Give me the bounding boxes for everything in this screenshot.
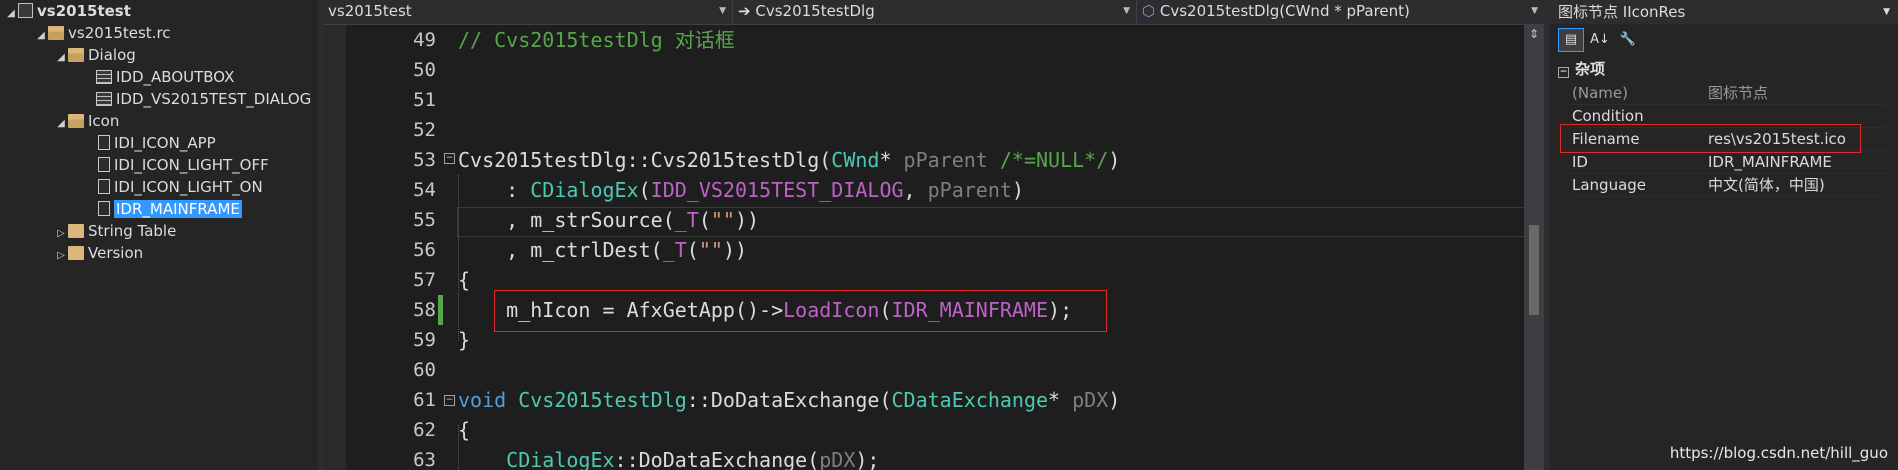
line-number: 60 bbox=[413, 359, 436, 381]
code-line-56: , m_ctrlDest(_T("")) bbox=[458, 238, 748, 262]
code-line-59: } bbox=[458, 328, 471, 352]
project-dropdown[interactable]: vs2015test ▼ bbox=[324, 0, 733, 23]
dialog-resource-icon bbox=[96, 70, 112, 84]
property-category[interactable]: − 杂项 bbox=[1558, 58, 1605, 79]
line-number: 61 bbox=[413, 389, 436, 411]
chevron-down-icon: ▼ bbox=[1883, 7, 1890, 17]
dialog-resource-icon bbox=[96, 92, 112, 106]
class-dropdown[interactable]: ➔ Cvs2015testDlg ▼ bbox=[734, 0, 1137, 23]
property-row-name[interactable]: (Name) 图标节点 bbox=[1570, 82, 1886, 105]
tree-node-idi-icon-light-on[interactable]: IDI_ICON_LIGHT_ON bbox=[96, 176, 263, 198]
line-number: 49 bbox=[413, 29, 436, 51]
chevron-down-icon: ▼ bbox=[719, 6, 726, 16]
code-line-53: Cvs2015testDlg::Cvs2015testDlg(CWnd* pPa… bbox=[458, 148, 1121, 172]
line-number: 59 bbox=[413, 329, 436, 351]
highlight-box-filename bbox=[1560, 124, 1861, 153]
properties-title-dropdown[interactable]: 图标节点 IIconRes ▼ bbox=[1550, 0, 1898, 24]
tree-node-idd-aboutbox[interactable]: IDD_ABOUTBOX bbox=[96, 66, 234, 88]
method-icon: ⬡ bbox=[1142, 2, 1156, 20]
chevron-down-icon: ▼ bbox=[1123, 6, 1130, 16]
scrollbar-thumb[interactable] bbox=[1529, 225, 1539, 315]
line-number: 52 bbox=[413, 119, 436, 141]
line-number: 50 bbox=[413, 59, 436, 81]
folder-icon bbox=[68, 48, 84, 62]
line-number: 56 bbox=[413, 239, 436, 261]
tree-node-version[interactable]: ▷ Version bbox=[54, 242, 143, 264]
properties-window: 图标节点 IIconRes ▼ ▤ A↓ 🔧 − 杂项 (Name) 图标节点 Condi… bbox=[1550, 0, 1898, 470]
categorized-icon[interactable]: ▤ bbox=[1558, 28, 1584, 52]
tree-node-project[interactable]: ◢ vs2015test bbox=[4, 0, 131, 22]
line-number: 63 bbox=[413, 449, 436, 470]
properties-toolbar: ▤ A↓ 🔧 bbox=[1558, 28, 1644, 54]
expand-arrow-icon[interactable]: ◢ bbox=[54, 47, 68, 69]
tree-node-idi-icon-app[interactable]: IDI_ICON_APP bbox=[96, 132, 216, 154]
collapse-minus-icon[interactable]: − bbox=[444, 395, 455, 406]
code-line-63: CDialogEx::DoDataExchange(pDX); bbox=[506, 448, 880, 470]
folder-icon bbox=[68, 114, 84, 128]
tree-node-dialog[interactable]: ◢ Dialog bbox=[54, 44, 136, 66]
wrench-icon[interactable]: 🔧 bbox=[1616, 29, 1640, 51]
code-editor[interactable]: vs2015test ▼ ➔ Cvs2015testDlg ▼ ⬡ Cvs2015t… bbox=[324, 0, 1544, 470]
folder-icon bbox=[48, 26, 64, 40]
code-line-62: { bbox=[458, 418, 471, 442]
vertical-scrollbar[interactable]: ⇕ bbox=[1524, 25, 1544, 470]
change-marker bbox=[438, 295, 443, 325]
expand-arrow-icon[interactable]: ◢ bbox=[54, 113, 68, 135]
alphabetical-sort-icon[interactable]: A↓ bbox=[1588, 29, 1612, 51]
icon-file-icon bbox=[98, 179, 110, 194]
line-number: 62 bbox=[413, 419, 436, 441]
icon-file-icon bbox=[98, 157, 110, 172]
expand-arrow-icon[interactable]: ◢ bbox=[34, 25, 48, 47]
tree-node-idd-vs2015test-dialog[interactable]: IDD_VS2015TEST_DIALOG bbox=[96, 88, 311, 110]
code-line-58: m_hIcon = AfxGetApp()->LoadIcon(IDR_MAIN… bbox=[458, 298, 1073, 322]
watermark: https://blog.csdn.net/hill_guo bbox=[1669, 444, 1888, 462]
chevron-down-icon: ▼ bbox=[1531, 6, 1538, 16]
line-number: 57 bbox=[413, 269, 436, 291]
line-number: 58 bbox=[413, 299, 436, 321]
icon-file-icon bbox=[98, 135, 110, 150]
member-dropdown[interactable]: ⬡ Cvs2015testDlg(CWnd * pParent) ▼ bbox=[1138, 0, 1544, 23]
navigation-bar: vs2015test ▼ ➔ Cvs2015testDlg ▼ ⬡ Cvs2015t… bbox=[324, 0, 1544, 25]
icon-file-icon bbox=[98, 201, 110, 216]
resource-view: ◢ vs2015test ◢ vs2015test.rc ◢ Dialog IDD_A… bbox=[0, 0, 318, 470]
tree-node-string-table[interactable]: ▷ String Table bbox=[54, 220, 176, 242]
folder-icon bbox=[68, 224, 84, 238]
property-row-id[interactable]: ID IDR_MAINFRAME bbox=[1570, 151, 1886, 174]
tree-node-rc-file[interactable]: ◢ vs2015test.rc bbox=[34, 22, 170, 47]
collapse-minus-icon[interactable]: − bbox=[444, 153, 455, 164]
property-row-language[interactable]: Language 中文(简体，中国) bbox=[1570, 174, 1886, 197]
line-number: 55 bbox=[413, 209, 436, 231]
code-line-54: : CDialogEx(IDD_VS2015TEST_DIALOG, pPare… bbox=[458, 178, 1024, 202]
expand-arrow-icon[interactable]: ◢ bbox=[4, 3, 18, 25]
code-line-49: // Cvs2015testDlg 对话框 bbox=[458, 28, 735, 52]
tree-node-icon[interactable]: ◢ Icon bbox=[54, 110, 119, 132]
arrow-right-icon: ➔ bbox=[738, 2, 751, 20]
line-number: 53 bbox=[413, 149, 436, 171]
line-number: 54 bbox=[413, 179, 436, 201]
tree-node-idi-icon-light-off[interactable]: IDI_ICON_LIGHT_OFF bbox=[96, 154, 269, 176]
split-handle-icon[interactable]: ⇕ bbox=[1527, 27, 1541, 45]
code-line-61: void Cvs2015testDlg::DoDataExchange(CDat… bbox=[458, 388, 1121, 412]
project-icon bbox=[18, 3, 33, 18]
code-line-57: { bbox=[458, 268, 471, 292]
collapse-arrow-icon[interactable]: ▷ bbox=[54, 245, 68, 267]
editor-gutter bbox=[324, 25, 346, 470]
code-line-55: , m_strSource(_T("")) bbox=[458, 208, 760, 232]
line-number: 51 bbox=[413, 89, 436, 111]
tree-node-idr-mainframe[interactable]: IDR_MAINFRAME bbox=[96, 198, 242, 220]
folder-icon bbox=[68, 246, 84, 260]
collapse-minus-icon[interactable]: − bbox=[1558, 67, 1569, 78]
